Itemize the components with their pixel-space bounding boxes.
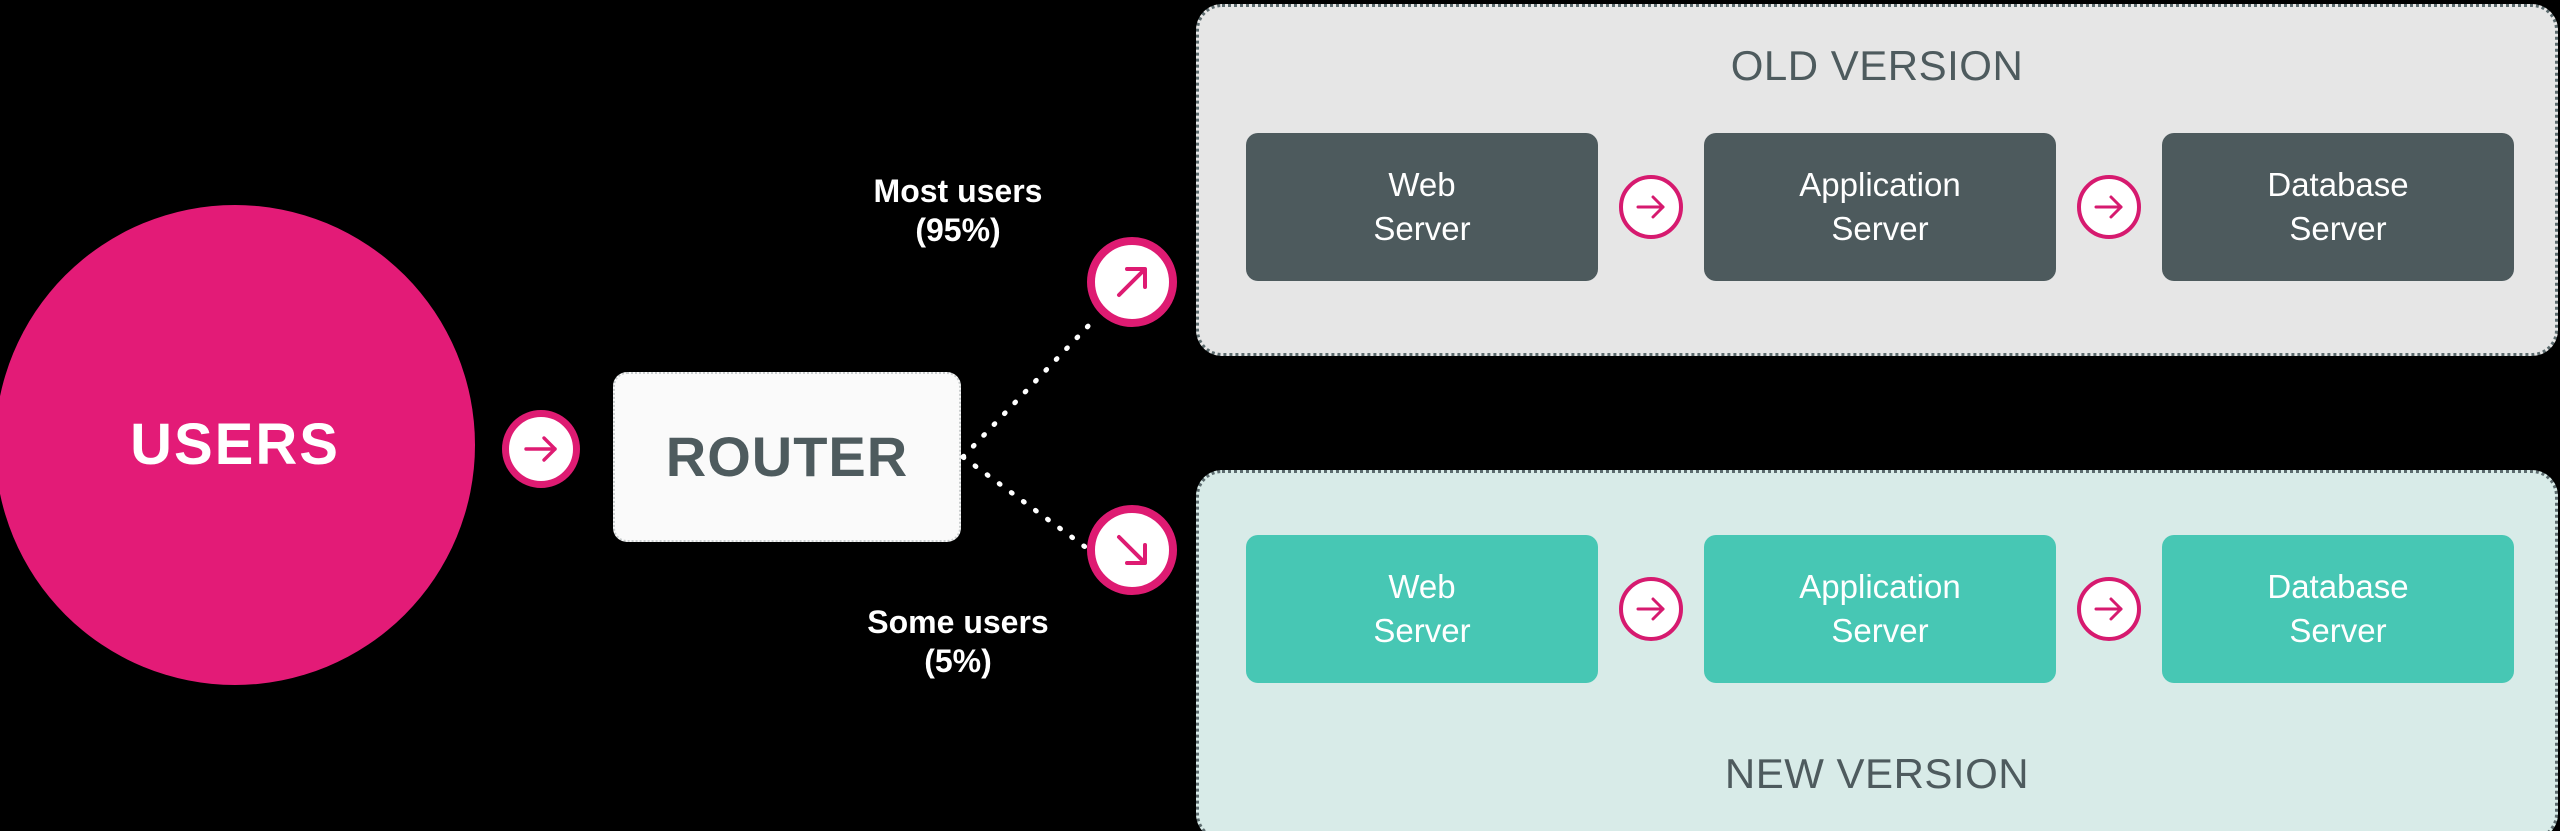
new-version-server-row: Web Server Application Server Database S… — [1235, 535, 2525, 683]
router-node: ROUTER — [613, 372, 961, 542]
arrow-right-icon — [1619, 577, 1683, 641]
new-web-server-line2: Server — [1373, 612, 1471, 649]
connector-to-old-version — [960, 319, 1095, 460]
old-web-server-line2: Server — [1373, 210, 1471, 247]
old-database-server-line2: Server — [2289, 210, 2387, 247]
new-database-server-box: Database Server — [2162, 535, 2514, 683]
diagram-canvas: USERS ROUTER Most users (95%) Some users… — [0, 0, 2560, 831]
old-application-server-line2: Server — [1831, 210, 1929, 247]
arrow-right-icon — [2077, 175, 2141, 239]
users-label: USERS — [130, 412, 340, 477]
new-database-server-line1: Database — [2267, 568, 2409, 606]
new-web-server-line1: Web — [1388, 568, 1456, 606]
branch-label-most-users-line1: Most users — [873, 173, 1043, 209]
arrow-down-right-icon — [1087, 505, 1177, 595]
old-database-server-box: Database Server — [2162, 133, 2514, 281]
branch-label-some-users-line2: (5%) — [924, 643, 992, 680]
old-web-server-line1: Web — [1388, 166, 1456, 204]
new-web-server-box: Web Server — [1246, 535, 1598, 683]
old-web-server-box: Web Server — [1246, 133, 1598, 281]
old-application-server-line1: Application — [1799, 166, 1961, 204]
arrow-right-icon — [502, 410, 580, 488]
new-database-server-line2: Server — [2289, 612, 2387, 649]
arrow-up-right-icon — [1087, 237, 1177, 327]
branch-label-most-users-line2: (95%) — [915, 212, 1001, 249]
new-application-server-line2: Server — [1831, 612, 1929, 649]
new-application-server-box: Application Server — [1704, 535, 2056, 683]
new-application-server-line1: Application — [1799, 568, 1961, 606]
panel-old-version-title: OLD VERSION — [1730, 42, 2024, 89]
branch-label-most-users: Most users (95%) — [778, 172, 1138, 250]
branch-label-some-users: Some users (5%) — [778, 603, 1138, 681]
connector-to-new-version — [960, 454, 1095, 555]
panel-new-version-title: NEW VERSION — [1724, 750, 2030, 797]
router-label: ROUTER — [665, 425, 909, 488]
panel-old-version: OLD VERSION Web Server Application Serve… — [1196, 4, 2558, 356]
branch-label-some-users-line1: Some users — [867, 604, 1049, 640]
arrow-right-icon — [1619, 175, 1683, 239]
old-database-server-line1: Database — [2267, 166, 2409, 204]
arrow-right-icon — [2077, 577, 2141, 641]
old-application-server-box: Application Server — [1704, 133, 2056, 281]
old-version-server-row: Web Server Application Server Database S… — [1235, 133, 2525, 281]
panel-new-version: Web Server Application Server Database S… — [1196, 470, 2558, 831]
users-node: USERS — [0, 205, 475, 685]
